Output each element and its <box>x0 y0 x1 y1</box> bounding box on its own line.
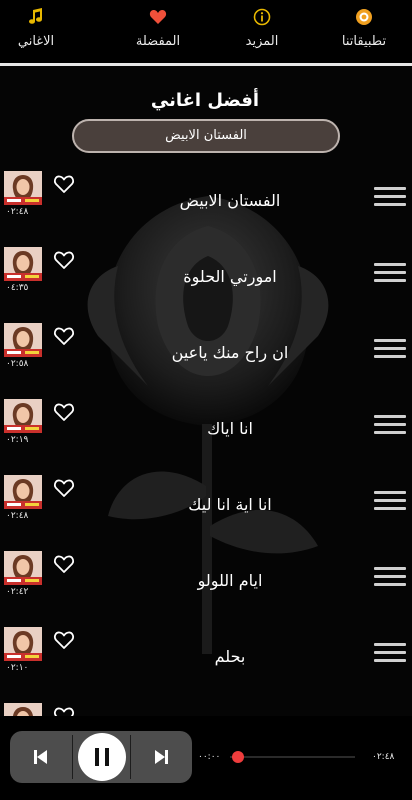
player-bar: ٠٠:٠٠ ٠٢:٤٨ <box>0 716 412 800</box>
hamburger-menu-icon[interactable] <box>374 643 406 669</box>
heart-outline-icon[interactable] <box>53 553 75 575</box>
album-thumbnail <box>4 399 42 433</box>
apps-icon <box>356 9 372 25</box>
nav-tab-more[interactable]: المزيد <box>212 8 312 49</box>
album-thumbnail <box>4 247 42 281</box>
hamburger-menu-icon[interactable] <box>374 187 406 213</box>
now-playing-pill: الفستان الابيض <box>72 119 340 153</box>
song-title: انا اية انا ليك <box>188 495 272 514</box>
nav-label-apps: تطبيقاتنا <box>341 34 387 49</box>
song-duration: ٠٤:٣٥ <box>6 283 29 293</box>
nav-tab-apps[interactable]: تطبيقاتنا <box>314 8 412 49</box>
hamburger-menu-icon[interactable] <box>374 263 406 289</box>
total-time: ٠٢:٤٨ <box>372 752 395 762</box>
song-title: انا اياك <box>207 419 253 438</box>
song-row[interactable]: ٠٢:١٠ بحلم <box>0 627 412 699</box>
pause-button[interactable] <box>78 733 126 781</box>
song-row[interactable]: ٠٢:١٩ انا اياك <box>0 399 412 471</box>
song-row[interactable]: ٠٢:٤٢ ايام اللولو <box>0 551 412 623</box>
nav-label-songs: الاغاني <box>17 34 55 49</box>
heart-outline-icon[interactable] <box>53 173 75 195</box>
hamburger-menu-icon[interactable] <box>374 339 406 365</box>
song-duration: ٠٢:١٩ <box>6 435 29 445</box>
song-row[interactable]: ٠٢:٥٨ ان راح منك ياعين <box>0 323 412 395</box>
seek-bar[interactable] <box>230 756 355 758</box>
current-time: ٠٠:٠٠ <box>198 752 221 762</box>
nav-tab-songs[interactable]: الاغاني <box>0 8 86 49</box>
heart-icon <box>149 9 167 24</box>
heart-outline-icon[interactable] <box>53 401 75 423</box>
album-thumbnail <box>4 171 42 205</box>
album-thumbnail <box>4 703 42 716</box>
song-title: بحلم <box>214 647 246 666</box>
section-title: أفضل اغاني <box>150 90 260 111</box>
next-button[interactable] <box>132 731 192 783</box>
album-thumbnail <box>4 627 42 661</box>
song-duration: ٠٢:٤٨ <box>6 511 29 521</box>
song-title: امورتي الحلوة <box>183 267 277 286</box>
song-row[interactable]: ٠٢:٤٨ الفستان الابيض <box>0 171 412 243</box>
skip-next-icon <box>155 750 168 764</box>
song-row[interactable]: ٠٤:٣٥ امورتي الحلوة <box>0 247 412 319</box>
song-duration: ٠٢:٤٢ <box>6 587 29 597</box>
control-separator <box>130 735 131 779</box>
album-thumbnail <box>4 551 42 585</box>
heart-outline-icon[interactable] <box>53 629 75 651</box>
heart-outline-icon[interactable] <box>53 705 75 716</box>
nav-tab-favorites[interactable]: المفضلة <box>108 8 208 49</box>
nav-label-more: المزيد <box>245 34 279 49</box>
control-separator <box>72 735 73 779</box>
music-note-icon <box>29 8 42 24</box>
album-thumbnail <box>4 475 42 509</box>
hamburger-menu-icon[interactable] <box>374 491 406 517</box>
song-row[interactable] <box>0 703 412 716</box>
song-row[interactable]: ٠٢:٤٨ انا اية انا ليك <box>0 475 412 547</box>
info-icon <box>253 8 271 26</box>
song-duration: ٠٢:٥٨ <box>6 359 29 369</box>
top-navigation: الاغاني المفضلة المزيد تطبيقاتنا <box>0 0 412 62</box>
pause-icon <box>95 748 109 766</box>
playback-controls <box>10 731 192 783</box>
album-thumbnail <box>4 323 42 357</box>
seek-knob[interactable] <box>232 751 244 763</box>
nav-label-favorites: المفضلة <box>135 34 181 49</box>
heart-outline-icon[interactable] <box>53 325 75 347</box>
hamburger-menu-icon[interactable] <box>374 567 406 593</box>
hamburger-menu-icon[interactable] <box>374 415 406 441</box>
heart-outline-icon[interactable] <box>53 477 75 499</box>
song-list-panel[interactable]: أفضل اغاني الفستان الابيض ٠٢:٤٨ الفستان … <box>0 66 412 716</box>
previous-button[interactable] <box>10 731 70 783</box>
skip-previous-icon <box>34 750 47 764</box>
song-duration: ٠٢:٤٨ <box>6 207 29 217</box>
song-title: الفستان الابيض <box>179 191 281 210</box>
heart-outline-icon[interactable] <box>53 249 75 271</box>
song-title: ان راح منك ياعين <box>171 343 289 362</box>
song-title: ايام اللولو <box>197 571 263 590</box>
song-duration: ٠٢:١٠ <box>6 663 29 673</box>
